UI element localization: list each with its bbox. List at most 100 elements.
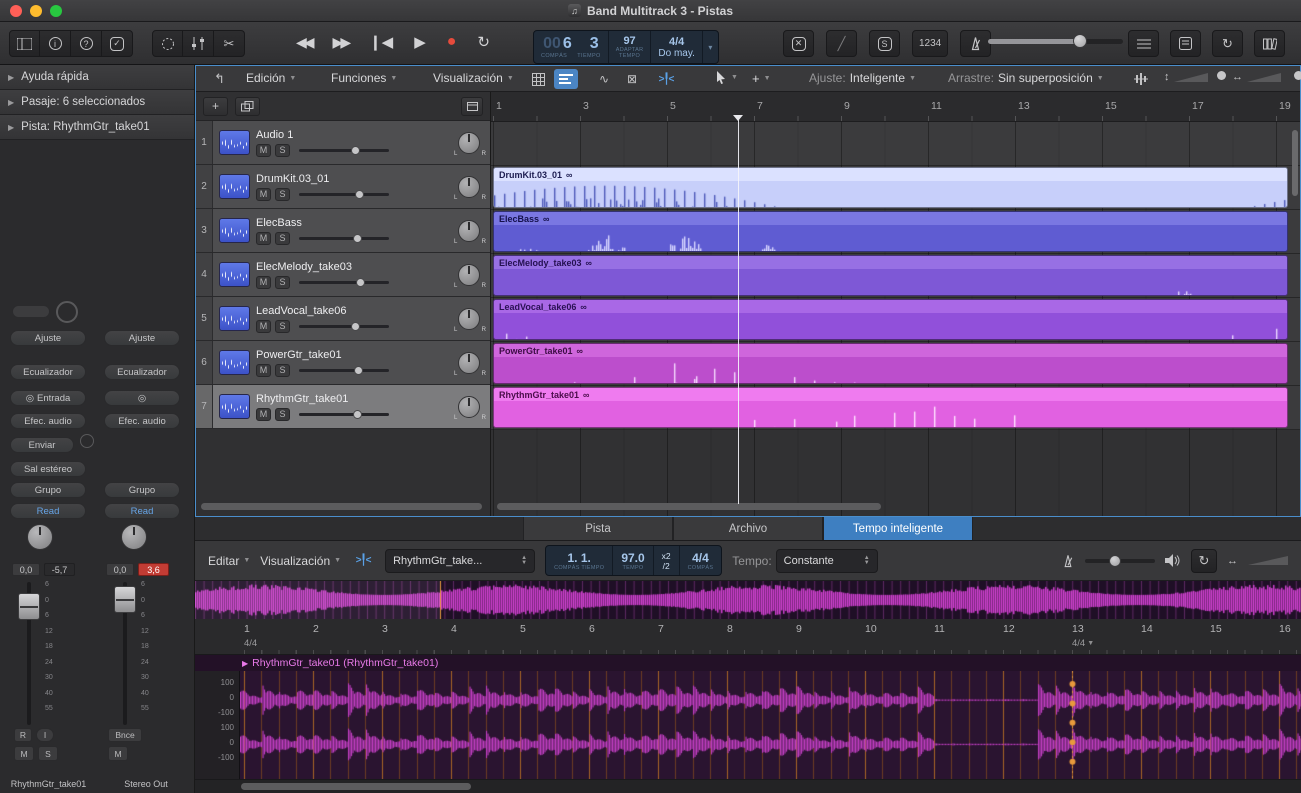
tab-archivo[interactable]: Archivo [673,517,823,540]
vertical-zoom-control[interactable]: ↕ [1164,71,1208,83]
volume-value[interactable]: -5,7 [44,563,75,576]
functions-menu[interactable]: Funciones▼ [331,71,397,85]
region-inspector-header[interactable]: ▶ Pasaje: 6 seleccionados [0,90,194,115]
lcd-key-signature[interactable]: 4/4 Do may. [651,31,703,63]
track-lane[interactable]: PowerGtr_take01∞ [491,342,1300,386]
forward-button[interactable]: ▶▶ [333,34,349,51]
editor-scrollbar-track[interactable] [195,779,1301,793]
channel-eq-button[interactable]: Ecualizador [10,364,86,380]
metronome-button[interactable] [960,30,991,57]
channel-output-button[interactable]: Sal estéreo [10,461,86,477]
track-volume-slider[interactable] [299,149,389,152]
tab-tempo-inteligente[interactable]: Tempo inteligente [823,517,973,540]
output-automation-button[interactable]: Read [104,503,180,519]
playhead-line[interactable] [738,115,739,504]
hzoom-slider[interactable] [1247,73,1281,82]
horizontal-arrows-icon[interactable]: ↔ [1227,555,1238,567]
track-pan-knob[interactable] [458,352,480,374]
lcd-position[interactable]: 006 3 COMPÁS TIEMPO [534,31,609,63]
track-lanes[interactable]: DrumKit.03_01∞ ElecBass∞ ElecMelody_take… [491,122,1300,516]
track-row[interactable]: 1 Audio 1 M S LR [196,121,490,165]
editor-snap-button[interactable]: >╿< [351,551,375,571]
output-eq-button[interactable]: Ecualizador [104,364,180,380]
track-volume-slider[interactable] [299,237,389,240]
track-pan-knob[interactable] [458,176,480,198]
snap-edits-button[interactable]: >╿< [654,69,678,89]
tempo-double-button[interactable]: x2 [662,551,671,561]
quick-help-toggle-button[interactable]: ? [71,30,102,57]
audio-region-selected[interactable]: RhythmGtr_take01∞ [493,387,1288,428]
play-button[interactable]: ▶ [414,33,426,51]
waveform-zoom-button[interactable] [1129,69,1153,89]
track-row[interactable]: 5 LeadVocal_take06 MS LR [196,297,490,341]
tab-pista[interactable]: Pista [523,517,673,540]
metronome-icon[interactable] [1061,554,1075,568]
view-menu[interactable]: Visualización▼ [433,71,514,85]
track-name[interactable]: RhythmGtr_take01 [256,393,450,405]
channel-input-button[interactable]: ◎Entrada [10,390,86,406]
editor-edit-menu[interactable]: Editar▼ [208,554,250,568]
tools-button[interactable]: ✂ [214,30,245,57]
track-volume-slider[interactable] [299,325,389,328]
autopunch-button[interactable]: ╱ [826,30,857,57]
horizontal-zoom-control[interactable]: ↔ [1232,71,1281,83]
master-volume-slider[interactable] [988,39,1123,44]
track-name[interactable]: ElecMelody_take03 [256,261,450,273]
mixer-toggle-button[interactable] [183,30,214,57]
lcd-tempo[interactable]: 97 ADAPTAR TEMPO [609,31,652,63]
track-lanes-view-button[interactable] [554,69,578,89]
track-mute-button[interactable]: M [256,188,271,201]
track-lane[interactable]: ElecBass∞ [491,210,1300,254]
track-mute-button[interactable]: M [256,144,271,157]
channel-dial[interactable] [56,301,78,323]
audio-region[interactable]: ElecMelody_take03∞ [493,255,1288,296]
vertical-scrollbar[interactable] [1292,130,1298,196]
channel-setting-button[interactable]: Ajuste [10,330,86,346]
cycle-playback-button[interactable]: ↻ [1191,549,1217,573]
track-solo-button[interactable]: S [275,188,290,201]
apple-loops-button[interactable]: ↻ [1212,30,1243,57]
mute-button[interactable]: M [14,746,34,761]
track-solo-button[interactable]: S [275,232,290,245]
channel-group-button[interactable]: Grupo [10,482,86,498]
automation-curve-button[interactable]: ∿ [592,69,616,89]
inspector-toggle-button[interactable]: i [40,30,71,57]
record-button[interactable]: ● [447,33,457,51]
bar-ruler[interactable]: 135791113151719 [491,92,1300,122]
pan-value[interactable]: 0,0 [12,563,40,576]
cycle-button[interactable]: ↻ [477,33,490,51]
output-mute-button[interactable]: M [108,746,128,761]
bounce-button[interactable]: Bnce [108,728,142,742]
track-solo-button[interactable]: S [275,408,290,421]
track-row[interactable]: 6 PowerGtr_take01 MS LR [196,341,490,385]
audio-region[interactable]: ElecBass∞ [493,211,1288,252]
output-setting-button[interactable]: Ajuste [104,330,180,346]
track-name[interactable]: ElecBass [256,217,450,229]
duplicate-track-button[interactable] [235,97,260,116]
volume-knob[interactable] [1073,34,1087,48]
track-pan-knob[interactable] [458,220,480,242]
track-volume-slider[interactable] [299,193,389,196]
list-editors-button[interactable] [1128,30,1159,57]
pan-knob[interactable] [27,524,53,550]
output-pan-value[interactable]: 0,0 [106,563,134,576]
edit-menu[interactable]: Edición▼ [246,71,296,85]
track-mute-button[interactable]: M [256,364,271,377]
editor-zoom-slider[interactable] [1248,556,1288,565]
track-lane[interactable]: ElecMelody_take03∞ [491,254,1300,298]
tempo-halve-button[interactable]: /2 [663,561,670,571]
track-volume-slider[interactable] [299,281,389,284]
quick-help-header[interactable]: ▶ Ayuda rápida [0,65,194,90]
track-lane[interactable]: RhythmGtr_take01∞ [491,386,1300,430]
drag-mode-menu[interactable]: Arrastre:Sin superposición▼ [948,71,1104,85]
vzoom-knob[interactable] [1217,71,1226,80]
output-pan-knob[interactable] [121,524,147,550]
output-volume-value[interactable]: 3,6 [138,563,169,576]
track-header-options-button[interactable] [461,97,483,116]
track-pan-knob[interactable] [458,264,480,286]
audio-region[interactable]: PowerGtr_take01∞ [493,343,1288,384]
editor-waveform[interactable] [240,671,1301,779]
editor-view-menu[interactable]: Visualización▼ [260,554,341,568]
output-audiofx-button[interactable]: Efec. audio [104,413,180,429]
secondary-tool-menu[interactable]: +▼ [752,71,771,86]
